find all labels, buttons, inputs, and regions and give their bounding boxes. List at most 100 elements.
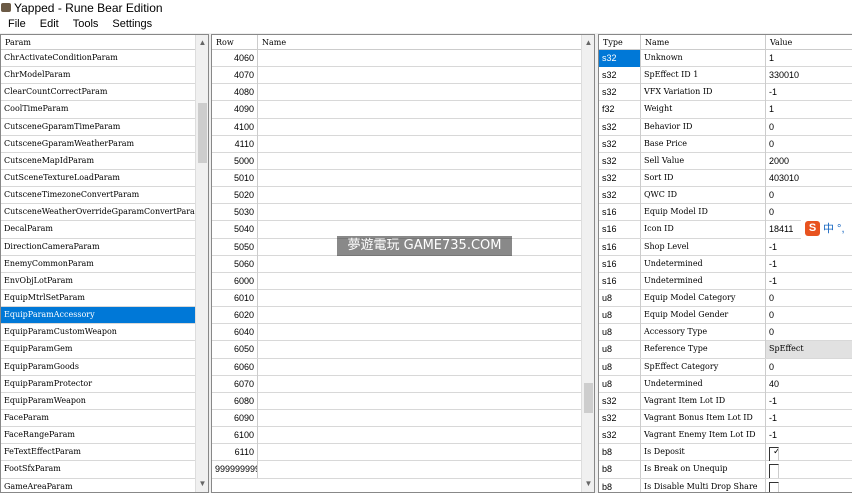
field-row[interactable]: f32 Weight 1	[599, 101, 852, 119]
field-row[interactable]: b8Is Deposit✓	[599, 444, 852, 462]
scroll-thumb[interactable]	[198, 103, 207, 163]
field-value[interactable]: -1	[766, 239, 852, 256]
param-list-item[interactable]: EquipParamGem	[1, 341, 195, 359]
param-list-item[interactable]: EquipParamProtector	[1, 376, 195, 393]
table-row[interactable]: 6050	[212, 341, 583, 359]
field-value-dropdown[interactable]: SpEffect	[766, 341, 852, 359]
param-list-item[interactable]: EnemyCommonParam	[1, 256, 195, 273]
param-list-item[interactable]: ChrModelParam	[1, 67, 195, 85]
table-row[interactable]: 6080	[212, 392, 583, 410]
field-row[interactable]: u8 Equip Model Category 0	[599, 289, 852, 308]
param-column-header[interactable]: Param	[1, 35, 196, 50]
row-column-header[interactable]: Row	[212, 35, 258, 50]
param-list-item[interactable]: FootSfxParam	[1, 461, 195, 479]
scroll-up-icon[interactable]: ▲	[582, 37, 594, 49]
field-row[interactable]: u8 Accessory Type 0	[599, 324, 852, 342]
field-row[interactable]: b8 Is Break on Unequip	[599, 461, 852, 479]
menu-file[interactable]: File	[0, 16, 32, 33]
field-value[interactable]: 0	[766, 136, 852, 153]
param-list-item[interactable]: FaceRangeParam	[1, 427, 195, 445]
param-list-item[interactable]: FeTextEffectParam	[1, 444, 195, 462]
table-row[interactable]: 5060	[212, 255, 583, 273]
checkbox-icon[interactable]	[769, 464, 779, 479]
param-list-item[interactable]: EnvObjLotParam	[1, 273, 195, 290]
param-list-item[interactable]: DirectionCameraParam	[1, 239, 195, 256]
param-list-item[interactable]: FaceParam	[1, 410, 195, 428]
field-value[interactable]: 0	[766, 359, 852, 376]
field-row[interactable]: s32 SpEffect ID 1 330010	[599, 67, 852, 85]
field-value[interactable]: 0	[766, 324, 852, 341]
ime-toolbar[interactable]: S中 °,	[801, 219, 852, 239]
table-row[interactable]: 5010	[212, 169, 583, 188]
table-row[interactable]: 6100	[212, 427, 583, 445]
table-row[interactable]: 5030	[212, 204, 583, 222]
param-list-item[interactable]: EquipParamAccessory	[1, 307, 195, 325]
param-list-item[interactable]: GameAreaParam	[1, 479, 195, 492]
param-list-item[interactable]: CutsceneWeatherOverrideGparamConvertPara…	[1, 204, 196, 222]
field-row[interactable]: u8 Reference Type SpEffect	[599, 341, 852, 359]
field-row[interactable]: s32 Sort ID 403010	[599, 169, 852, 188]
param-list-item[interactable]: CoolTimeParam	[1, 101, 195, 119]
field-value[interactable]: -1	[766, 393, 852, 410]
field-value[interactable]: 403010	[766, 170, 852, 187]
field-value[interactable]: -1	[766, 427, 852, 444]
field-value[interactable]: -1	[766, 273, 852, 290]
field-value[interactable]: 0	[766, 119, 852, 136]
field-row[interactable]: s32 QWC ID 0	[599, 187, 852, 205]
field-value[interactable]: -1	[766, 256, 852, 273]
field-value[interactable]: 1	[766, 101, 852, 118]
field-value[interactable]: 0	[766, 187, 852, 204]
ime-mode[interactable]: 中 °,	[823, 223, 845, 235]
field-row[interactable]: s32 Vagrant Bonus Item Lot ID -1	[599, 409, 852, 428]
type-column-header[interactable]: Type	[599, 35, 641, 50]
value-column-header[interactable]: Value	[766, 35, 852, 50]
field-row[interactable]: s32 Vagrant Enemy Item Lot ID -1	[599, 427, 852, 445]
table-row[interactable]: 6090	[212, 409, 583, 428]
param-list-item[interactable]: CutsceneMapIdParam	[1, 153, 195, 170]
scroll-up-icon[interactable]: ▲	[196, 37, 208, 49]
field-row[interactable]: u8 Equip Model Gender 0	[599, 307, 852, 325]
table-row[interactable]: 6110	[212, 444, 583, 462]
scroll-thumb[interactable]	[584, 383, 593, 413]
scroll-down-icon[interactable]: ▼	[582, 478, 594, 490]
field-row[interactable]: s16 Undetermined -1	[599, 255, 852, 273]
param-list-item[interactable]: EquipParamWeapon	[1, 393, 195, 410]
field-row[interactable]: s32 Sell Value 2000	[599, 152, 852, 170]
table-row[interactable]: 4070	[212, 67, 583, 85]
field-value[interactable]: 0	[766, 307, 852, 324]
param-list-item[interactable]: EquipParamGoods	[1, 359, 195, 376]
table-row[interactable]: 999999999	[212, 461, 583, 479]
field-value[interactable]: 0	[766, 290, 852, 307]
field-row[interactable]: s32 Base Price 0	[599, 135, 852, 153]
table-row[interactable]: 6020	[212, 307, 583, 325]
field-value-checkbox[interactable]: ✓	[766, 444, 852, 462]
menu-tools[interactable]: Tools	[65, 16, 105, 33]
field-value[interactable]: 330010	[766, 67, 852, 84]
field-value[interactable]: -1	[766, 410, 852, 427]
checked-checkbox-icon[interactable]: ✓	[769, 447, 779, 462]
param-list-item[interactable]: DecalParam	[1, 221, 195, 239]
table-row[interactable]: 4110	[212, 135, 583, 153]
table-row[interactable]: 5000	[212, 152, 583, 170]
param-list-item[interactable]: CutsceneGparamTimeParam	[1, 119, 195, 136]
field-value-checkbox[interactable]	[766, 479, 852, 492]
table-row[interactable]: 5020	[212, 187, 583, 205]
scroll-down-icon[interactable]: ▼	[196, 478, 208, 490]
field-row[interactable]: s32 Unknown 1	[599, 50, 852, 68]
table-row[interactable]: 6010	[212, 289, 583, 308]
table-row[interactable]: 6000	[212, 272, 583, 290]
param-list-item[interactable]: CutsceneTimezoneConvertParam	[1, 187, 195, 205]
field-row[interactable]: s32 Behavior ID 0	[599, 118, 852, 136]
table-row[interactable]: 4080	[212, 84, 583, 102]
param-list-scrollbar[interactable]: ▲ ▼	[195, 35, 208, 492]
field-row[interactable]: u8 SpEffect Category 0	[599, 358, 852, 376]
field-name-column-header[interactable]: Name	[641, 35, 766, 50]
param-list-item[interactable]: CutsceneGparamWeatherParam	[1, 136, 195, 153]
field-row[interactable]: s32 VFX Variation ID -1	[599, 84, 852, 102]
field-value[interactable]: 2000	[766, 153, 852, 170]
table-row[interactable]: 4060	[212, 50, 583, 68]
table-row[interactable]: 6060	[212, 358, 583, 376]
field-value[interactable]: -1	[766, 84, 852, 101]
table-row[interactable]: 6070	[212, 375, 583, 393]
checkbox-icon[interactable]	[769, 481, 779, 492]
